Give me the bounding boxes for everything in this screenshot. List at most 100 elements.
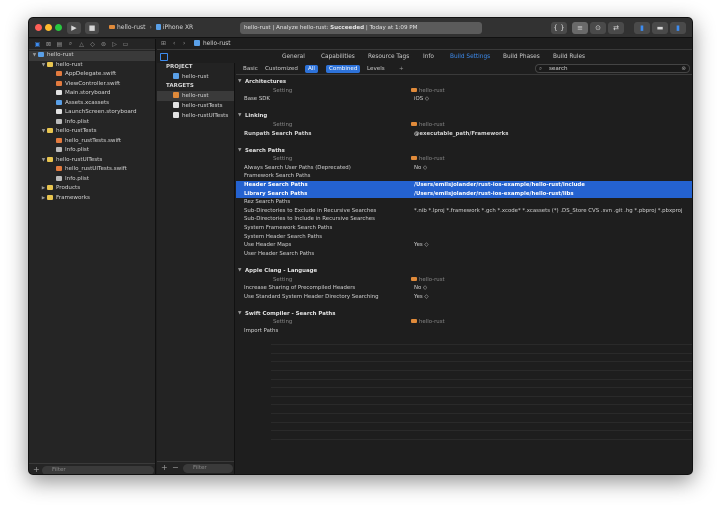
inspector-toggle-button[interactable]: ▮ [670, 22, 686, 34]
breakpoint-icon[interactable]: ▷ [109, 41, 120, 48]
section-header[interactable]: ▼ Linking [236, 112, 692, 121]
setting-row[interactable]: Increase Sharing of Precompiled Headers N… [236, 284, 692, 293]
setting-row[interactable]: System Framework Search Paths [236, 224, 692, 233]
disclosure-open-icon[interactable]: ▼ [238, 78, 241, 87]
tree-item[interactable]: hello_rustUITests.swift [29, 165, 155, 175]
tree-item[interactable]: ▼ hello-rustTests [29, 127, 155, 137]
test-icon[interactable]: ◇ [87, 41, 98, 48]
jump-bar-project[interactable]: hello-rust [194, 39, 231, 50]
tab-build-settings[interactable]: Build Settings [450, 51, 490, 63]
section-header[interactable]: ▼ Architectures [236, 78, 692, 87]
view-levels-button[interactable]: Levels [364, 65, 388, 73]
navigator-toggle-button[interactable]: ▮ [634, 22, 650, 34]
setting-row[interactable]: Library Search Paths/Users/emilsjolander… [236, 189, 692, 199]
setting-row[interactable]: System Header Search Paths [236, 233, 692, 242]
debug-icon[interactable]: ⊜ [98, 41, 109, 48]
disclosure-open-icon[interactable]: ▼ [238, 267, 241, 276]
build-settings-search-input[interactable]: ⌕ search ⊗ [535, 64, 690, 73]
tree-item[interactable]: AppDelegate.swift [29, 70, 155, 80]
debug-toggle-button[interactable]: ▬ [652, 22, 668, 34]
section-header[interactable]: ▼ Apple Clang - Language [236, 267, 692, 276]
add-target-icon[interactable]: + [161, 463, 168, 472]
symbol-icon[interactable]: ▤ [54, 41, 65, 48]
tree-item[interactable]: Assets.xcassets [29, 99, 155, 109]
disclosure-open-icon[interactable]: ▼ [238, 147, 241, 156]
setting-row[interactable]: Always Search User Paths (Deprecated) No … [236, 164, 692, 173]
forward-icon[interactable]: › [183, 39, 185, 50]
tree-item[interactable]: ViewController.swift [29, 80, 155, 90]
setting-row[interactable]: Header Search Paths/Users/emilsjolander/… [236, 181, 692, 190]
clear-search-icon[interactable]: ⊗ [681, 65, 686, 73]
disclosure-closed-icon[interactable]: ▶ [40, 194, 47, 204]
setting-row[interactable]: Import Paths [236, 327, 692, 336]
scheme-selector[interactable]: hello-rust › iPhone XR [109, 23, 193, 33]
zoom-window-button[interactable] [55, 24, 62, 31]
tab-build-rules[interactable]: Build Rules [553, 51, 585, 63]
tree-item[interactable]: Info.plist [29, 118, 155, 128]
section-header[interactable]: ▼ Search Paths [236, 147, 692, 156]
tree-item[interactable]: ▼ hello-rustUITests [29, 156, 155, 166]
setting-row[interactable]: Use Header Maps Yes ◇ [236, 241, 692, 250]
setting-row[interactable]: Framework Search Paths [236, 172, 692, 181]
source-control-icon[interactable]: ⊠ [43, 41, 54, 48]
version-editor-button[interactable]: ⇄ [608, 22, 624, 34]
remove-target-icon[interactable]: − [172, 463, 179, 472]
disclosure-open-icon[interactable]: ▼ [40, 61, 47, 71]
target-item[interactable]: hello-rustUITests [157, 111, 234, 121]
assistant-editor-button[interactable]: ⊙ [590, 22, 606, 34]
tab-general[interactable]: General [282, 51, 305, 63]
tree-item[interactable]: LaunchScreen.storyboard [29, 108, 155, 118]
tree-item[interactable]: Main.storyboard [29, 89, 155, 99]
back-icon[interactable]: ‹ [173, 39, 175, 50]
scope-basic-button[interactable]: Basic [240, 65, 261, 73]
disclosure-open-icon[interactable]: ▼ [238, 310, 241, 319]
view-combined-button[interactable]: Combined [326, 65, 361, 73]
disclosure-closed-icon[interactable]: ▶ [40, 184, 47, 194]
target-item[interactable]: hello-rustTests [157, 101, 234, 111]
stop-button[interactable]: ■ [85, 22, 99, 34]
disclosure-open-icon[interactable]: ▼ [40, 127, 47, 137]
scope-all-button[interactable]: All [305, 65, 318, 73]
add-icon[interactable]: + [33, 465, 40, 474]
add-setting-button[interactable]: + [396, 65, 407, 73]
tab-resource-tags[interactable]: Resource Tags [368, 51, 409, 63]
tab-capabilities[interactable]: Capabilities [321, 51, 355, 63]
target-item[interactable]: hello-rust [157, 91, 234, 101]
setting-row[interactable]: Rez Search Paths [236, 198, 692, 207]
search-icon[interactable]: ⌕ [65, 40, 76, 48]
setting-row[interactable]: Runpath Search Paths @executable_path/Fra… [236, 130, 692, 139]
disclosure-open-icon[interactable]: ▼ [31, 51, 38, 61]
show-targets-icon[interactable] [160, 53, 168, 61]
setting-row[interactable]: Sub-Directories to Exclude in Recursive … [236, 207, 692, 216]
standard-editor-button[interactable]: ≡ [572, 22, 588, 34]
disclosure-open-icon[interactable]: ▼ [238, 112, 241, 121]
close-window-button[interactable] [35, 24, 42, 31]
tree-item[interactable]: ▶ Frameworks [29, 194, 155, 204]
section-header[interactable]: ▼ Swift Compiler - Search Paths [236, 310, 692, 319]
report-icon[interactable]: ▭ [120, 41, 131, 48]
tree-item[interactable]: ▶ Products [29, 184, 155, 194]
tree-item[interactable]: hello_rustTests.swift [29, 137, 155, 147]
issue-icon[interactable]: △ [76, 41, 87, 48]
disclosure-open-icon[interactable]: ▼ [40, 156, 47, 166]
tree-item[interactable]: ▼ hello-rust [29, 51, 155, 61]
library-button[interactable]: { } [551, 22, 567, 34]
project-item[interactable]: hello-rust [157, 72, 234, 82]
tab-build-phases[interactable]: Build Phases [503, 51, 540, 63]
run-button[interactable]: ▶ [67, 22, 81, 34]
setting-row[interactable]: User Header Search Paths [236, 250, 692, 259]
tab-info[interactable]: Info [423, 51, 434, 63]
setting-row[interactable]: Use Standard System Header Directory Sea… [236, 293, 692, 302]
tree-item[interactable]: Info.plist [29, 146, 155, 156]
minimize-window-button[interactable] [45, 24, 52, 31]
tree-item-label: hello-rust [56, 61, 83, 68]
setting-row[interactable]: Base SDK iOS ◇ [236, 95, 692, 104]
tree-item[interactable]: ▼ hello-rust [29, 61, 155, 71]
tree-item[interactable]: Info.plist [29, 175, 155, 185]
targets-filter-input[interactable]: Filter [183, 464, 233, 473]
grid-icon[interactable]: ⊞ [161, 39, 166, 50]
scope-customized-button[interactable]: Customized [262, 65, 301, 73]
navigator-filter-input[interactable]: Filter [42, 466, 154, 474]
folder-icon[interactable]: ▣ [32, 41, 43, 48]
setting-row[interactable]: Sub-Directories to Include in Recursive … [236, 215, 692, 224]
